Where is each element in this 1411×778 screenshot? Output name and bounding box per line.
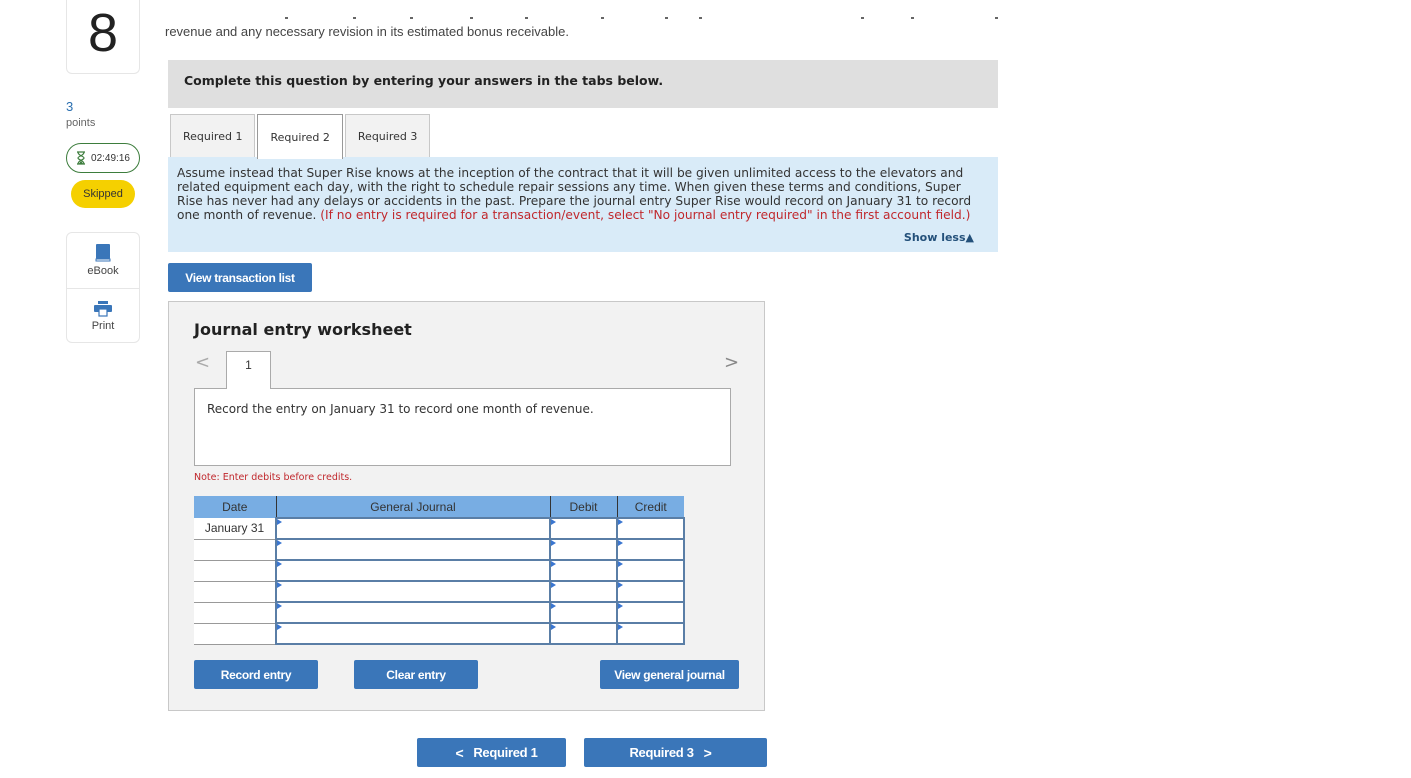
column-header-debit: Debit — [549, 496, 617, 518]
date-cell — [194, 581, 276, 603]
points-label: points — [66, 117, 96, 129]
credit-input-cell — [616, 622, 685, 645]
debit-input[interactable] — [551, 582, 616, 601]
date-cell — [194, 560, 276, 582]
prev-required-label: Required 1 — [473, 745, 538, 760]
worksheet-title: Journal entry worksheet — [194, 320, 412, 339]
debit-input[interactable] — [551, 519, 616, 538]
required-tabs: Required 1 Required 2 Required 3 — [170, 114, 431, 159]
journal-table: Date General Journal Debit Credit Januar… — [194, 496, 685, 645]
credit-input[interactable] — [618, 603, 683, 622]
account-dropdown-cell — [275, 580, 551, 603]
clear-entry-button[interactable]: Clear entry — [354, 660, 478, 689]
points-value: 3 — [66, 99, 74, 114]
table-row — [194, 559, 685, 582]
credit-input-cell — [616, 517, 685, 540]
debit-input-cell — [549, 538, 618, 561]
next-required-label: Required 3 — [629, 745, 694, 760]
debit-input[interactable] — [551, 624, 616, 643]
account-dropdown[interactable] — [277, 582, 549, 601]
view-transaction-list-button[interactable]: View transaction list — [168, 263, 312, 292]
table-row: January 31 — [194, 517, 685, 540]
debit-input-cell — [549, 517, 618, 540]
book-icon — [95, 244, 111, 262]
tab-required-3[interactable]: Required 3 — [344, 114, 431, 157]
print-label: Print — [91, 319, 115, 332]
credit-input-cell — [616, 580, 685, 603]
debit-input[interactable] — [551, 603, 616, 622]
account-dropdown[interactable] — [277, 603, 549, 622]
date-cell — [194, 539, 276, 561]
credit-input-cell — [616, 538, 685, 561]
prompt-note: (If no entry is required for a transacti… — [320, 208, 971, 222]
chevron-right-icon: > — [703, 744, 712, 761]
account-dropdown[interactable] — [277, 561, 549, 580]
status-badge: Skipped — [71, 180, 135, 208]
ebook-button[interactable]: eBook — [67, 233, 139, 288]
debit-input[interactable] — [551, 540, 616, 559]
instructions-banner: Complete this question by entering your … — [168, 60, 998, 108]
debit-input[interactable] — [551, 561, 616, 580]
debit-input-cell — [549, 622, 618, 645]
question-number: 8 — [66, 0, 140, 74]
timer-value: 02:49:16 — [91, 152, 130, 164]
account-dropdown-cell — [275, 538, 551, 561]
tab-required-1[interactable]: Required 1 — [170, 114, 256, 157]
show-less-label: Show less — [903, 231, 966, 244]
column-header-credit: Credit — [616, 496, 684, 518]
next-required-button[interactable]: Required 3 > — [584, 738, 767, 767]
date-cell: January 31 — [194, 518, 276, 540]
worksheet-description: Record the entry on January 31 to record… — [194, 388, 731, 466]
account-dropdown-cell — [275, 601, 551, 624]
account-dropdown[interactable] — [277, 624, 549, 643]
date-cell — [194, 623, 276, 645]
chevron-left-icon: < — [455, 744, 464, 761]
credit-input[interactable] — [618, 624, 683, 643]
print-button[interactable]: Print — [67, 288, 139, 343]
prev-required-button[interactable]: < Required 1 — [417, 738, 566, 767]
date-cell — [194, 602, 276, 624]
hourglass-icon — [77, 151, 86, 165]
tools-panel: eBook Print — [66, 232, 140, 343]
chevron-right-icon[interactable]: > — [724, 352, 739, 373]
account-dropdown-cell — [275, 559, 551, 582]
account-dropdown-cell — [275, 622, 551, 645]
table-row — [194, 580, 685, 603]
timer: 02:49:16 — [66, 143, 140, 173]
requirement-prompt: Assume instead that Super Rise knows at … — [168, 157, 998, 252]
table-header-row: Date General Journal Debit Credit — [194, 496, 684, 518]
account-dropdown[interactable] — [277, 519, 549, 538]
table-row — [194, 601, 685, 624]
debit-input-cell — [549, 580, 618, 603]
show-less-link[interactable]: Show less▲ — [904, 231, 974, 245]
debit-input-cell — [549, 559, 618, 582]
credit-input[interactable] — [618, 540, 683, 559]
tab-required-2[interactable]: Required 2 — [257, 114, 343, 159]
table-row — [194, 622, 685, 645]
question-intro-text: revenue and any necessary revision in it… — [165, 24, 569, 39]
chevron-left-icon[interactable]: < — [195, 352, 210, 373]
printer-icon — [94, 300, 112, 317]
worksheet-note: Note: Enter debits before credits. — [194, 472, 353, 483]
credit-input-cell — [616, 559, 685, 582]
debit-input-cell — [549, 601, 618, 624]
credit-input[interactable] — [618, 561, 683, 580]
column-header-general-journal: General Journal — [275, 496, 550, 518]
triangle-up-icon: ▲ — [965, 231, 974, 244]
credit-input[interactable] — [618, 582, 683, 601]
record-entry-button[interactable]: Record entry — [194, 660, 318, 689]
credit-input[interactable] — [618, 519, 683, 538]
view-general-journal-button[interactable]: View general journal — [600, 660, 739, 689]
account-dropdown[interactable] — [277, 540, 549, 559]
table-row — [194, 538, 685, 561]
worksheet-page-tab[interactable]: 1 — [226, 351, 271, 389]
truncated-text-fragment — [285, 17, 1005, 21]
journal-entry-worksheet: Journal entry worksheet < 1 > Record the… — [168, 301, 765, 711]
ebook-label: eBook — [87, 265, 119, 277]
column-header-date: Date — [194, 496, 276, 518]
credit-input-cell — [616, 601, 685, 624]
account-dropdown-cell — [275, 517, 551, 540]
